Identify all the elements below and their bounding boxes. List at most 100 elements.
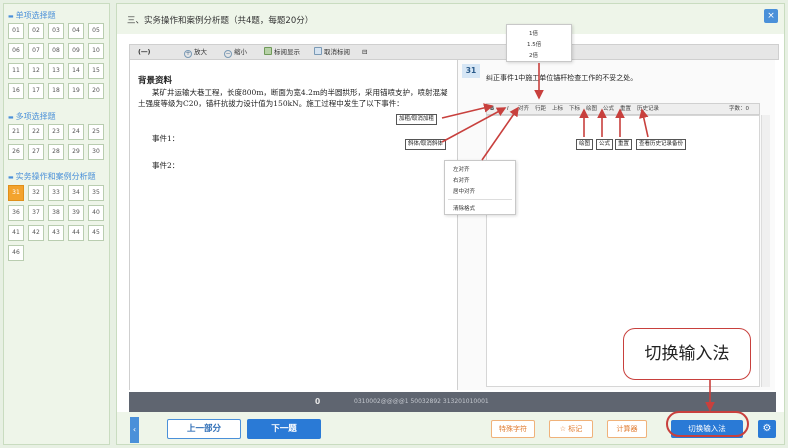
align-option[interactable]: 左对齐 — [453, 165, 470, 173]
material-panel: 背景资料 某矿井运输大巷工程，长度800m，断面为宽4.2m的半圆拱形，采用锚喷… — [129, 60, 451, 390]
previous-part-button[interactable]: 上一部分 — [167, 419, 241, 439]
bullet-icon: ▬ — [8, 174, 14, 181]
exam-serial: 0310002@@@@1 50032892 313201010001 — [354, 398, 489, 405]
formula-callout-label: 公式 — [596, 139, 614, 150]
status-number: 0 — [315, 397, 321, 406]
question-button[interactable]: 44 — [68, 225, 84, 241]
question-button[interactable]: 19 — [68, 83, 84, 99]
question-button[interactable]: 24 — [68, 124, 84, 140]
editor-scrollbar[interactable] — [761, 115, 770, 387]
next-question-button[interactable]: 下一题 — [247, 419, 321, 439]
event-2-label: 事件2： — [152, 161, 180, 170]
cancel-highlight-button[interactable]: 取消标阅 — [314, 47, 350, 58]
question-button[interactable]: 04 — [68, 23, 84, 39]
question-button[interactable]: 25 — [88, 124, 104, 140]
question-grid-case: 31 32 33 34 35 36 37 38 39 40 41 42 43 44 45 46 — [8, 185, 104, 261]
question-button[interactable]: 10 — [88, 43, 104, 59]
question-text: 纠正事件1中施工单位锚杆检查工作的不妥之处。 — [486, 74, 638, 82]
question-button[interactable]: 20 — [88, 83, 104, 99]
question-button[interactable]: 08 — [48, 43, 64, 59]
question-button[interactable]: 28 — [48, 144, 64, 160]
question-button[interactable]: 34 — [68, 185, 84, 201]
question-button[interactable]: 01 — [8, 23, 24, 39]
calculator-button[interactable]: 计算器 — [607, 420, 647, 438]
linespacing-option[interactable]: 1.5倍 — [527, 40, 541, 48]
question-button[interactable]: 13 — [48, 63, 64, 79]
question-button[interactable]: 16 — [8, 83, 24, 99]
linespacing-option[interactable]: 2倍 — [529, 51, 538, 59]
draw-button[interactable]: 绘图 — [586, 105, 597, 114]
part-label: (一) — [138, 48, 151, 56]
question-button[interactable]: 31 — [8, 185, 24, 201]
question-button[interactable]: 37 — [28, 205, 44, 221]
collapse-sidebar-icon[interactable]: ‹ — [130, 417, 139, 443]
question-button[interactable]: 43 — [48, 225, 64, 241]
question-button[interactable]: 12 — [28, 63, 44, 79]
event-1-label: 事件1： — [152, 134, 180, 143]
question-button[interactable]: 17 — [28, 83, 44, 99]
mark-button[interactable]: ☆ 标记 — [549, 420, 593, 438]
zoom-out-button[interactable]: − 缩小 — [224, 47, 247, 58]
close-icon[interactable]: × — [764, 9, 778, 23]
section-title-multiple: ▬ 多项选择题 — [8, 112, 56, 121]
bullet-icon: ▬ — [8, 13, 14, 20]
question-button[interactable]: 45 — [88, 225, 104, 241]
align-option[interactable]: 右对齐 — [453, 176, 470, 184]
question-button[interactable]: 05 — [88, 23, 104, 39]
question-button[interactable]: 38 — [48, 205, 64, 221]
section-header: 三、实务操作和案例分析题（共4题，每题20分） × — [117, 4, 784, 34]
question-button[interactable]: 41 — [8, 225, 24, 241]
minus-icon: − — [224, 50, 232, 58]
question-button[interactable]: 30 — [88, 144, 104, 160]
question-button[interactable]: 32 — [28, 185, 44, 201]
question-grid-multiple: 21 22 23 24 25 26 27 28 29 30 — [8, 124, 104, 160]
question-button[interactable]: 33 — [48, 185, 64, 201]
zoom-in-button[interactable]: + 放大 — [184, 47, 207, 58]
question-button[interactable]: 35 — [88, 185, 104, 201]
question-button[interactable]: 15 — [88, 63, 104, 79]
align-option[interactable]: 居中对齐 — [453, 187, 475, 195]
question-button[interactable]: 02 — [28, 23, 44, 39]
question-button[interactable]: 26 — [8, 144, 24, 160]
question-button[interactable]: 40 — [88, 205, 104, 221]
history-button[interactable]: 历史记录 — [637, 105, 659, 114]
reset-button[interactable]: 重置 — [620, 105, 631, 114]
gear-icon[interactable]: ⚙ — [758, 420, 776, 438]
question-button[interactable]: 27 — [28, 144, 44, 160]
reset-callout-label: 重置 — [615, 139, 633, 150]
collapse-icon[interactable]: ⊟ — [362, 47, 367, 58]
question-button[interactable]: 29 — [68, 144, 84, 160]
section-title-case: ▬ 实务操作和案例分析题 — [8, 172, 96, 181]
linespacing-option[interactable]: 1倍 — [529, 29, 538, 37]
clear-format-option[interactable]: 清除格式 — [453, 204, 475, 212]
question-button[interactable]: 18 — [48, 83, 64, 99]
subscript-button[interactable]: 下标 — [569, 105, 580, 114]
formula-button[interactable]: 公式 — [603, 105, 614, 114]
star-icon: ☆ — [559, 425, 567, 433]
question-button[interactable]: 39 — [68, 205, 84, 221]
background-title: 背景资料 — [138, 76, 173, 86]
question-button[interactable]: 07 — [28, 43, 44, 59]
question-button[interactable]: 23 — [48, 124, 64, 140]
question-button[interactable]: 06 — [8, 43, 24, 59]
section-title: 三、实务操作和案例分析题（共4题，每题20分） — [127, 16, 314, 26]
editor-toolbar: B I 对齐 行距 上标 下标 绘图 公式 重置 历史记录 字数：0 — [486, 103, 760, 115]
bold-button[interactable]: B — [490, 105, 494, 114]
question-button[interactable]: 42 — [28, 225, 44, 241]
question-button[interactable]: 11 — [8, 63, 24, 79]
linespacing-button[interactable]: 行距 — [535, 105, 546, 114]
question-button[interactable]: 36 — [8, 205, 24, 221]
special-chars-button[interactable]: 特殊字符 — [491, 420, 535, 438]
italic-button[interactable]: I — [507, 105, 509, 114]
superscript-button[interactable]: 上标 — [552, 105, 563, 114]
align-dropdown: 左对齐 右对齐 居中对齐 清除格式 — [444, 160, 516, 215]
question-button[interactable]: 22 — [28, 124, 44, 140]
question-button[interactable]: 09 — [68, 43, 84, 59]
highlight-icon — [264, 47, 272, 55]
question-button[interactable]: 46 — [8, 245, 24, 261]
question-button[interactable]: 03 — [48, 23, 64, 39]
highlight-button[interactable]: 标阅显示 — [264, 47, 300, 58]
question-button[interactable]: 21 — [8, 124, 24, 140]
question-button[interactable]: 14 — [68, 63, 84, 79]
align-button[interactable]: 对齐 — [518, 105, 529, 114]
